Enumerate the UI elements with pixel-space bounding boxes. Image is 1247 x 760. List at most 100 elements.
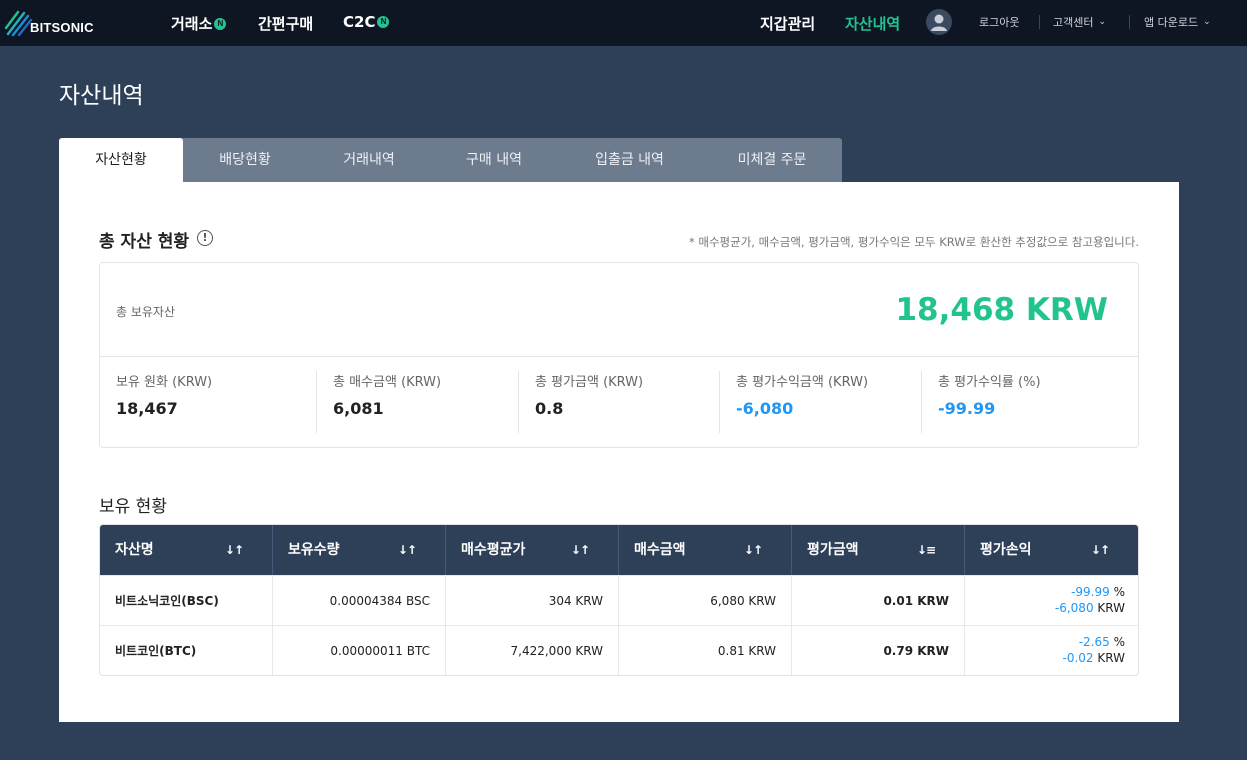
nav-quick-buy[interactable]: 간편구매	[258, 13, 313, 34]
col-header-asset[interactable]: 자산명 ↓↑	[115, 525, 273, 575]
metric-value: 18,467	[116, 399, 178, 418]
sort-icon[interactable]: ↓↑	[225, 525, 244, 575]
chevron-down-icon: ⌄	[1098, 17, 1107, 27]
metric-value: 6,081	[333, 399, 384, 418]
pl-amount: -0.02	[1062, 651, 1094, 665]
metric-divider	[518, 371, 519, 433]
col-header-eval-amount[interactable]: 평가금액 ↓≡	[807, 525, 965, 575]
app-download-menu[interactable]: 앱 다운로드 ⌄	[1144, 14, 1211, 30]
col-header-label: 평가손익	[980, 542, 1032, 558]
nav-assets[interactable]: 자산내역	[845, 13, 900, 34]
tab-dividend[interactable]: 배당현황	[183, 138, 307, 182]
column-divider	[445, 525, 446, 575]
table-row[interactable]: 비트소닉코인(BSC) 0.00004384 BSC 304 KRW 6,080…	[100, 575, 1138, 626]
col-header-quantity[interactable]: 보유수량 ↓↑	[288, 525, 446, 575]
avg-price: 7,422,000 KRW	[510, 644, 603, 658]
chevron-down-icon: ⌄	[1203, 17, 1211, 27]
sort-icon[interactable]: ↓↑	[744, 525, 763, 575]
nav-exchange-label: 거래소	[171, 15, 213, 33]
pl-rate-unit: %	[1113, 585, 1125, 599]
column-divider	[964, 525, 965, 575]
eval-amount: 0.01 KRW	[883, 594, 949, 608]
metric-label: 보유 원화 (KRW)	[116, 375, 213, 390]
pl-rate: -2.65	[1078, 635, 1110, 649]
logout-link[interactable]: 로그아웃	[979, 14, 1019, 30]
nav-wallet[interactable]: 지갑관리	[760, 13, 815, 34]
metric-value: 0.8	[535, 399, 564, 418]
asset-name: 비트코인(BTC)	[115, 644, 197, 658]
metric-total-eval: 총 평가금액 (KRW) 0.8	[535, 371, 643, 433]
profit-loss: -2.65 % -0.02 KRW	[1063, 634, 1125, 666]
total-holdings-value: 18,468 KRW	[895, 292, 1108, 328]
divider	[100, 356, 1138, 357]
total-holdings-label: 총 보유자산	[116, 305, 176, 319]
col-header-label: 보유수량	[288, 542, 340, 558]
column-divider	[964, 626, 965, 675]
eval-amount: 0.79 KRW	[883, 644, 949, 658]
column-divider	[272, 525, 273, 575]
col-header-pl[interactable]: 평가손익 ↓↑	[980, 525, 1138, 575]
col-header-label: 매수금액	[634, 542, 686, 558]
quantity: 0.00004384 BSC	[329, 594, 430, 608]
metric-value: -99.99	[938, 399, 996, 418]
pl-rate: -99.99	[1071, 585, 1110, 599]
column-divider	[618, 525, 619, 575]
metric-divider	[719, 371, 720, 433]
table-row[interactable]: 비트코인(BTC) 0.00000011 BTC 7,422,000 KRW 0…	[100, 625, 1138, 675]
sort-desc-icon[interactable]: ↓≡	[917, 525, 936, 575]
metric-label: 총 매수금액 (KRW)	[333, 375, 442, 390]
table-header: 자산명 ↓↑ 보유수량 ↓↑ 매수평균가 ↓↑ 매수금액 ↓↑ 평가금액 ↓≡ …	[100, 525, 1138, 575]
tab-asset-status[interactable]: 자산현황	[59, 138, 183, 182]
app-download-label: 앱 다운로드	[1144, 16, 1199, 29]
metric-divider	[921, 371, 922, 433]
info-icon[interactable]: !	[197, 230, 213, 246]
col-header-label: 매수평균가	[461, 542, 526, 558]
profit-loss: -99.99 % -6,080 KRW	[1055, 584, 1125, 616]
col-header-buy-amount[interactable]: 매수금액 ↓↑	[634, 525, 792, 575]
tab-trade-history[interactable]: 거래내역	[307, 138, 431, 182]
holdings-title: 보유 현황	[99, 497, 167, 517]
new-badge: N	[214, 17, 227, 30]
col-header-label: 평가금액	[807, 542, 859, 558]
pl-amount-unit: KRW	[1097, 601, 1125, 615]
col-header-avg-price[interactable]: 매수평균가 ↓↑	[461, 525, 619, 575]
tab-purchase-history[interactable]: 구매 내역	[431, 138, 557, 182]
page-title: 자산내역	[59, 83, 144, 109]
column-divider	[791, 525, 792, 575]
metric-total-pl-amount: 총 평가수익금액 (KRW) -6,080	[736, 371, 868, 433]
new-badge: N	[377, 16, 390, 28]
user-avatar-icon[interactable]	[926, 9, 952, 35]
quantity: 0.00000011 BTC	[330, 644, 430, 658]
nav-divider	[1129, 15, 1130, 29]
asset-name: 비트소닉코인(BSC)	[115, 594, 219, 608]
column-divider	[964, 576, 965, 626]
buy-amount: 0.81 KRW	[717, 644, 776, 658]
nav-exchange[interactable]: 거래소 N	[171, 13, 227, 34]
sort-icon[interactable]: ↓↑	[398, 525, 417, 575]
pl-amount-unit: KRW	[1097, 651, 1125, 665]
tab-open-orders[interactable]: 미체결 주문	[702, 138, 842, 182]
support-menu[interactable]: 고객센터 ⌄	[1053, 14, 1106, 30]
tab-deposit-withdraw[interactable]: 입출금 내역	[557, 138, 702, 182]
nav-quick-buy-label: 간편구매	[258, 15, 314, 33]
logout-label: 로그아웃	[979, 16, 1020, 29]
metric-value: -6,080	[736, 399, 794, 418]
nav-c2c-label: C2C	[343, 13, 376, 31]
nav-c2c[interactable]: C2C N	[343, 13, 390, 31]
total-assets-title: 총 자산 현황	[99, 232, 190, 252]
metric-label: 총 평가금액 (KRW)	[535, 375, 644, 390]
metric-label: 총 평가수익금액 (KRW)	[736, 375, 869, 390]
nav-divider	[1039, 15, 1040, 29]
metric-total-pl-rate: 총 평가수익률 (%) -99.99	[938, 371, 1041, 433]
metric-total-buy: 총 매수금액 (KRW) 6,081	[333, 371, 441, 433]
sort-icon[interactable]: ↓↑	[1091, 525, 1110, 575]
col-header-label: 자산명	[115, 542, 154, 558]
asset-tabs: 자산현황 배당현황 거래내역 구매 내역 입출금 내역 미체결 주문	[59, 138, 842, 182]
brand-name: BITSONIC	[30, 20, 94, 35]
metric-label: 총 평가수익률 (%)	[938, 375, 1041, 390]
metric-divider	[316, 371, 317, 433]
estimate-notice: * 매수평균가, 매수금액, 평가금액, 평가수익은 모두 KRW로 환산한 추…	[688, 235, 1139, 249]
avg-price: 304 KRW	[548, 594, 603, 608]
sort-icon[interactable]: ↓↑	[571, 525, 590, 575]
brand-logo[interactable]: BITSONIC	[4, 8, 94, 38]
